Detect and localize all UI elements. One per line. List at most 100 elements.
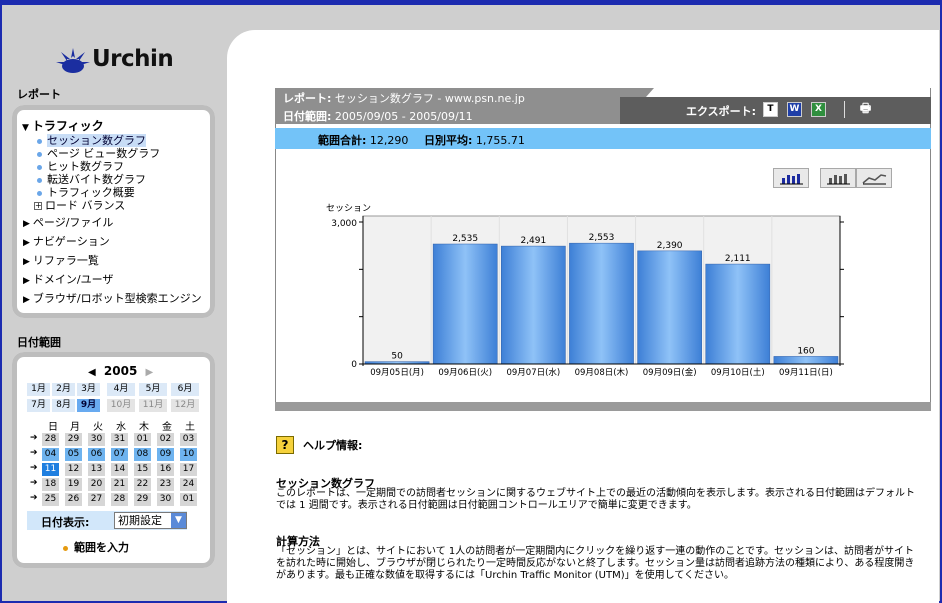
select-week-arrow-icon[interactable]: ➔ — [30, 448, 40, 458]
calendar-day[interactable]: 31 — [111, 433, 128, 446]
nav-item-label: トラフィック概要 — [47, 186, 135, 199]
month-cell[interactable]: 8月 — [52, 399, 75, 412]
x-tick-label: 09月07日(水) — [506, 367, 560, 378]
bar — [705, 263, 771, 365]
calendar-day[interactable]: 10 — [180, 448, 197, 461]
calendar-day[interactable]: 30 — [88, 433, 105, 446]
x-tick-label: 09月08日(木) — [575, 367, 629, 378]
nav-browsers-robots[interactable]: ▶ ブラウザ/ロボット型検索エンジン — [23, 290, 202, 306]
year-selector: ◀ 2005 ▶ — [88, 364, 153, 378]
bullet-icon — [37, 138, 42, 144]
select-week-arrow-icon[interactable]: ➔ — [30, 493, 40, 503]
bar — [501, 245, 566, 365]
calendar-day[interactable]: 05 — [65, 448, 82, 461]
urchin-logo[interactable]: Urchin — [55, 44, 185, 78]
next-year-icon[interactable]: ▶ — [145, 367, 153, 378]
nav-item-load-balance[interactable]: + ロード バランス — [34, 199, 125, 212]
nav-item-traffic-overview[interactable]: トラフィック概要 — [37, 186, 135, 199]
select-week-arrow-icon[interactable]: ➔ — [30, 433, 40, 443]
calendar-day[interactable]: 06 — [88, 448, 105, 461]
calendar-day[interactable]: 04 — [42, 448, 59, 461]
nav-item-hits-graph[interactable]: ヒット数グラフ — [37, 160, 124, 173]
month-cell[interactable]: 2月 — [52, 383, 75, 396]
nav-item-bytes-graph[interactable]: 転送バイト数グラフ — [37, 173, 146, 186]
calendar-day[interactable]: 26 — [65, 493, 82, 506]
enter-range-link[interactable]: 範囲を入力 — [63, 539, 129, 555]
nav-item-sessions-graph[interactable]: セッション数グラフ — [37, 134, 146, 147]
calendar-day[interactable]: 24 — [180, 478, 197, 491]
month-cell[interactable]: 1月 — [27, 383, 50, 396]
calendar-day[interactable]: 09 — [157, 448, 174, 461]
calendar-day[interactable]: 28 — [42, 433, 59, 446]
month-cell[interactable]: 4月 — [107, 383, 135, 396]
calendar-day[interactable]: 27 — [88, 493, 105, 506]
calendar-day[interactable]: 17 — [180, 463, 197, 476]
nav-item-pageviews-graph[interactable]: ページ ビュー数グラフ — [37, 147, 160, 160]
month-cell[interactable]: 6月 — [171, 383, 199, 396]
month-cell[interactable]: 7月 — [27, 399, 50, 412]
weekday-label: 金 — [162, 422, 172, 433]
calendar-day[interactable]: 23 — [157, 478, 174, 491]
prev-year-icon[interactable]: ◀ — [88, 367, 96, 378]
nav-domains-users[interactable]: ▶ ドメイン/ユーザ — [23, 271, 113, 287]
calendar-day[interactable]: 29 — [65, 433, 82, 446]
calendar-day[interactable]: 11 — [42, 463, 59, 476]
calendar-day[interactable]: 08 — [134, 448, 151, 461]
calendar-day[interactable]: 07 — [111, 448, 128, 461]
calendar-day[interactable]: 14 — [111, 463, 128, 476]
bar-chart-button[interactable] — [773, 168, 809, 188]
print-icon[interactable]: 🖶 — [858, 102, 873, 117]
export-word-icon[interactable]: W — [787, 102, 802, 117]
export-text-icon[interactable]: T — [763, 102, 778, 117]
bullet-icon — [37, 190, 42, 196]
export-excel-icon[interactable]: X — [811, 102, 826, 117]
month-cell: 12月 — [171, 399, 199, 412]
weekday-label: 月 — [70, 422, 80, 433]
bullet-icon — [37, 151, 42, 157]
nav-referrers[interactable]: ▶ リファラ一覧 — [23, 252, 99, 268]
select-week-arrow-icon[interactable]: ➔ — [30, 463, 40, 473]
calendar-day[interactable]: 21 — [111, 478, 128, 491]
month-cell[interactable]: 5月 — [139, 383, 167, 396]
calendar-day[interactable]: 01 — [180, 493, 197, 506]
date-display-select[interactable]: 初期設定 ▼ — [114, 512, 187, 529]
calendar-day[interactable]: 19 — [65, 478, 82, 491]
calendar-day[interactable]: 18 — [42, 478, 59, 491]
calendar-day[interactable]: 30 — [157, 493, 174, 506]
calendar-day[interactable]: 03 — [180, 433, 197, 446]
report-section-title: レポート — [17, 88, 61, 101]
nav-item-label: セッション数グラフ — [47, 134, 146, 147]
nav-item-label: ドメイン/ユーザ — [32, 273, 114, 286]
collapsed-triangle-icon: ▶ — [23, 295, 30, 305]
calendar-day[interactable]: 01 — [134, 433, 151, 446]
sessions-chart: セッション 3,000 0 50 09月05日(月) 2,535 09月06日(火) 2,49… — [326, 203, 844, 378]
calendar-day[interactable]: 29 — [134, 493, 151, 506]
bar-chart-alt-button[interactable] — [820, 168, 856, 188]
calendar-day[interactable]: 22 — [134, 478, 151, 491]
calendar-day[interactable]: 25 — [42, 493, 59, 506]
weekday-label: 水 — [116, 422, 126, 433]
calendar-day[interactable]: 20 — [88, 478, 105, 491]
nav-pages-files[interactable]: ▶ ページ/ファイル — [23, 214, 113, 230]
report-label: レポート: — [283, 92, 332, 105]
line-chart-button[interactable] — [856, 168, 892, 188]
weekday-label: 土 — [185, 422, 195, 433]
bullet-icon — [63, 545, 68, 551]
select-week-arrow-icon[interactable]: ➔ — [30, 478, 40, 488]
total-label: 範囲合計: — [318, 134, 367, 147]
nav-navigation[interactable]: ▶ ナビゲーション — [23, 233, 110, 249]
calendar-day[interactable]: 12 — [65, 463, 82, 476]
calendar-day[interactable]: 28 — [111, 493, 128, 506]
enter-range-label: 範囲を入力 — [74, 541, 129, 554]
nav-traffic[interactable]: ▼ トラフィック — [22, 117, 104, 134]
calendar-day[interactable]: 16 — [157, 463, 174, 476]
month-cell-selected[interactable]: 9月 — [77, 399, 100, 412]
date-display-row: 日付表示: 初期設定 ▼ — [27, 511, 187, 530]
calendar-day[interactable]: 13 — [88, 463, 105, 476]
month-cell[interactable]: 3月 — [77, 383, 100, 396]
calendar-day[interactable]: 02 — [157, 433, 174, 446]
nav-item-label: ナビゲーション — [32, 235, 110, 248]
export-bar: エクスポート: T W X 🖶 — [620, 97, 931, 124]
line-chart-icon — [862, 174, 887, 185]
calendar-day[interactable]: 15 — [134, 463, 151, 476]
